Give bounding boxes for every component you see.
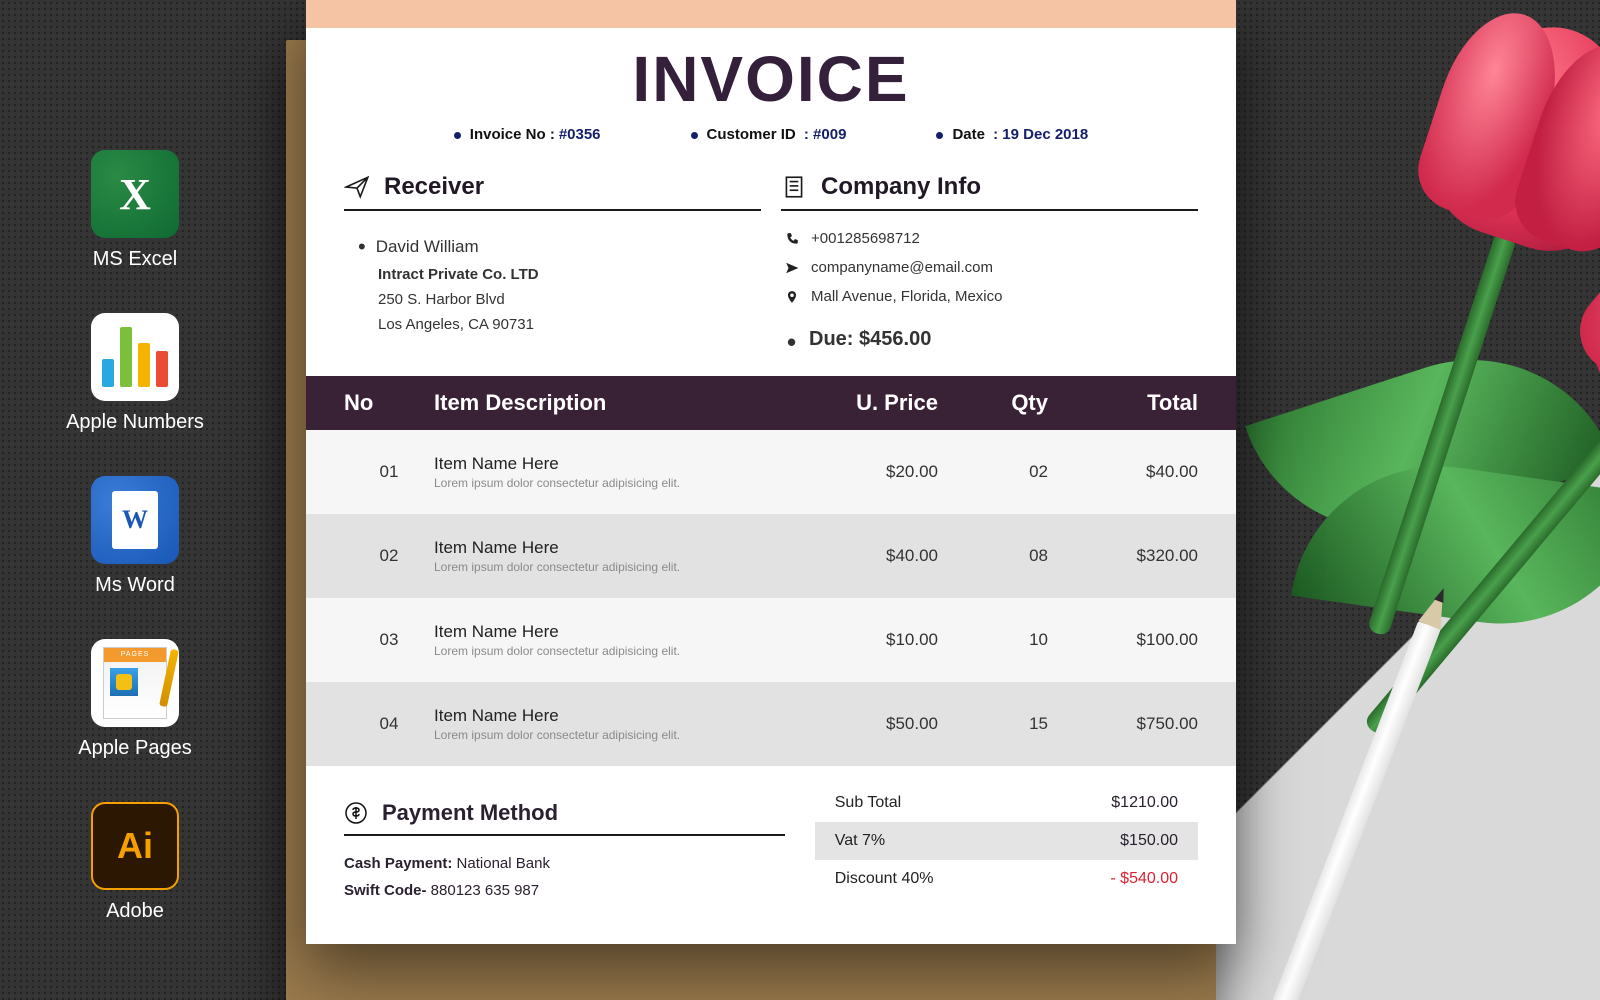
app-label: Adobe: [40, 900, 230, 923]
swift-code-line: Swift Code- 880123 635 987: [344, 877, 785, 904]
payment-heading: Payment Method: [344, 800, 785, 836]
app-illustrator: Ai Adobe: [40, 802, 230, 923]
receiver-address-line: 250 S. Harbor Blvd: [378, 288, 761, 313]
top-accent-band: [306, 0, 1236, 28]
numbers-icon: [91, 313, 179, 401]
vat-line: Vat 7%$150.00: [815, 822, 1198, 860]
cell-no: 04: [344, 714, 434, 734]
app-icons-sidebar: X MS Excel Apple Numbers W Ms Word Apple…: [40, 150, 230, 965]
app-pages: Apple Pages: [40, 639, 230, 760]
pages-icon: [91, 639, 179, 727]
totals-block: Sub Total$1210.00 Vat 7%$150.00 Discount…: [815, 784, 1198, 904]
cell-price: $40.00: [788, 546, 938, 566]
word-icon: W: [91, 476, 179, 564]
cell-total: $320.00: [1048, 546, 1198, 566]
cell-total: $40.00: [1048, 462, 1198, 482]
company-info-block: Company Info +001285698712 companyname@e…: [781, 173, 1198, 356]
app-numbers: Apple Numbers: [40, 313, 230, 434]
meta-customer-id: Customer ID : #009: [691, 126, 847, 143]
building-icon: [781, 174, 807, 200]
company-phone: +001285698712: [785, 227, 1198, 252]
cell-price: $10.00: [788, 630, 938, 650]
table-row: 01Item Name HereLorem ipsum dolor consec…: [306, 430, 1236, 514]
pin-icon: [785, 290, 799, 304]
app-word: W Ms Word: [40, 476, 230, 597]
send-icon: [785, 261, 799, 275]
cell-qty: 10: [938, 630, 1048, 650]
illustrator-icon: Ai: [91, 802, 179, 890]
excel-icon: X: [91, 150, 179, 238]
receiver-name: David William: [378, 227, 761, 263]
receiver-block: Receiver David William Intract Private C…: [344, 173, 761, 356]
cell-price: $20.00: [788, 462, 938, 482]
meta-date: Date : 19 Dec 2018: [936, 126, 1088, 143]
th-price: U. Price: [788, 390, 938, 416]
payment-method-block: Payment Method Cash Payment: National Ba…: [344, 784, 785, 904]
discount-line: Discount 40%- $540.00: [815, 860, 1198, 898]
th-total: Total: [1048, 390, 1198, 416]
app-label: MS Excel: [40, 248, 230, 271]
th-qty: Qty: [938, 390, 1048, 416]
th-desc: Item Description: [434, 390, 788, 416]
app-excel: X MS Excel: [40, 150, 230, 271]
table-row: 02Item Name HereLorem ipsum dolor consec…: [306, 514, 1236, 598]
dollar-circle-icon: [344, 801, 368, 825]
cell-no: 02: [344, 546, 434, 566]
amount-due: Due: $456.00: [785, 323, 1198, 356]
th-no: No: [344, 390, 434, 416]
invoice-meta-row: Invoice No :#0356 Customer ID : #009 Dat…: [344, 126, 1198, 143]
table-header: No Item Description U. Price Qty Total: [306, 376, 1236, 430]
receiver-address-line: Los Angeles, CA 90731: [378, 313, 761, 338]
subtotal-line: Sub Total$1210.00: [815, 784, 1198, 822]
table-row: 03Item Name HereLorem ipsum dolor consec…: [306, 598, 1236, 682]
cell-total: $750.00: [1048, 714, 1198, 734]
cell-desc: Item Name HereLorem ipsum dolor consecte…: [434, 706, 788, 742]
receiver-company: Intract Private Co. LTD: [378, 263, 761, 288]
cell-desc: Item Name HereLorem ipsum dolor consecte…: [434, 454, 788, 490]
app-label: Apple Pages: [40, 737, 230, 760]
cell-no: 03: [344, 630, 434, 650]
table-row: 04Item Name HereLorem ipsum dolor consec…: [306, 682, 1236, 766]
company-address: Mall Avenue, Florida, Mexico: [785, 285, 1198, 310]
cash-payment-line: Cash Payment: National Bank: [344, 850, 785, 877]
paper-plane-icon: [344, 174, 370, 200]
cell-qty: 15: [938, 714, 1048, 734]
cell-desc: Item Name HereLorem ipsum dolor consecte…: [434, 622, 788, 658]
app-label: Apple Numbers: [40, 411, 230, 434]
cell-no: 01: [344, 462, 434, 482]
cell-qty: 08: [938, 546, 1048, 566]
items-table: No Item Description U. Price Qty Total 0…: [306, 376, 1236, 766]
cell-qty: 02: [938, 462, 1048, 482]
meta-invoice-no: Invoice No :#0356: [454, 126, 601, 143]
cell-price: $50.00: [788, 714, 938, 734]
phone-icon: [785, 232, 799, 246]
app-label: Ms Word: [40, 574, 230, 597]
invoice-sheet: INVOICE Invoice No :#0356 Customer ID : …: [306, 0, 1236, 944]
company-info-heading: Company Info: [781, 173, 1198, 211]
invoice-title: INVOICE: [344, 42, 1198, 116]
receiver-heading: Receiver: [344, 173, 761, 211]
cell-desc: Item Name HereLorem ipsum dolor consecte…: [434, 538, 788, 574]
cell-total: $100.00: [1048, 630, 1198, 650]
company-email: companyname@email.com: [785, 256, 1198, 281]
